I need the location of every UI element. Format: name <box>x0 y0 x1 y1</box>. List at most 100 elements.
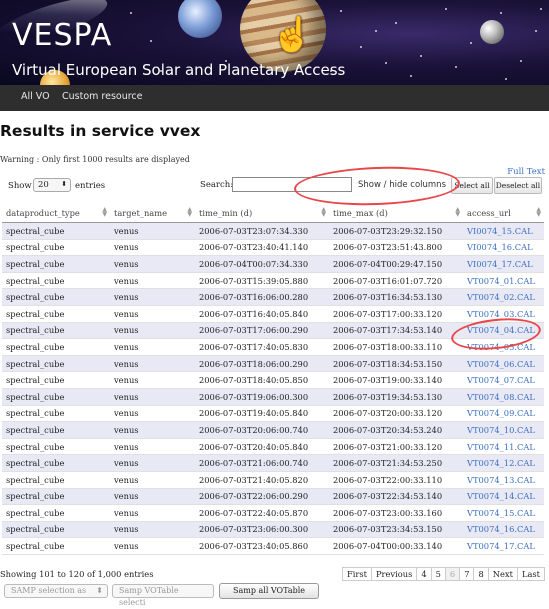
cell-access-url[interactable]: VT0074_03.CAL <box>463 305 544 323</box>
star-graphic <box>410 75 412 77</box>
pager-first[interactable]: First <box>341 567 372 581</box>
deselect-all-button[interactable]: Deselect all <box>494 177 542 194</box>
table-row[interactable]: spectral_cube venus 2006-07-03T22:40:05.87… <box>2 504 544 522</box>
cell-time-min: 2006-07-03T20:40:05.840 <box>195 438 329 456</box>
cell-dataproduct-type: spectral_cube <box>2 272 110 290</box>
cell-access-url[interactable]: VT0074_09.CAL <box>463 405 544 423</box>
cell-time-min: 2006-07-03T20:06:00.740 <box>195 421 329 439</box>
chevron-down-icon: ⬍ <box>96 586 103 595</box>
pager-page-7[interactable]: 7 <box>459 567 475 581</box>
cell-access-url[interactable]: VT0074_10.CAL <box>463 421 544 439</box>
nav-item-custom-resource[interactable]: Custom resource <box>62 91 143 102</box>
cell-access-url[interactable]: VT0074_04.CAL <box>463 322 544 340</box>
table-row[interactable]: spectral_cube venus 2006-07-03T15:39:05.88… <box>2 272 544 290</box>
page-length-value: 20 <box>38 180 49 190</box>
pager-page-8[interactable]: 8 <box>473 567 489 581</box>
star-graphic <box>130 12 132 14</box>
cell-access-url[interactable]: VT0074_14.CAL <box>463 488 544 506</box>
column-header-time-min[interactable]: time_min (d) ▲ ▼ <box>195 203 329 223</box>
pager-page-5[interactable]: 5 <box>430 567 446 581</box>
cell-access-url[interactable]: VT0074_11.CAL <box>463 438 544 456</box>
cell-access-url[interactable]: VT0074_13.CAL <box>463 471 544 489</box>
column-header-access-url[interactable]: access_url ▲ ▼ <box>463 203 544 223</box>
table-row[interactable]: spectral_cube venus 2006-07-03T17:06:00.29… <box>2 322 544 340</box>
cell-access-url[interactable]: VT0074_06.CAL <box>463 355 544 373</box>
cell-time-min: 2006-07-03T16:40:05.840 <box>195 305 329 323</box>
cell-access-url[interactable]: VT0074_01.CAL <box>463 272 544 290</box>
table-row[interactable]: spectral_cube venus 2006-07-03T17:40:05.83… <box>2 338 544 356</box>
cell-target-name: venus <box>110 471 195 489</box>
pager-previous[interactable]: Previous <box>370 567 418 581</box>
star-graphic <box>520 60 522 62</box>
site-title[interactable]: VESPA <box>12 18 112 53</box>
cell-time-min: 2006-07-03T22:06:00.290 <box>195 488 329 506</box>
cell-access-url[interactable]: VT0074_07.CAL <box>463 371 544 389</box>
nav-item-all-vo[interactable]: All VO <box>21 91 50 102</box>
results-table: dataproduct_type ▲ ▼ target_name ▲ ▼ time_mi… <box>2 203 544 555</box>
column-header-target-name[interactable]: target_name ▲ ▼ <box>110 203 195 223</box>
table-row[interactable]: spectral_cube venus 2006-07-03T18:06:00.29… <box>2 355 544 373</box>
table-row[interactable]: spectral_cube venus 2006-07-03T21:06:00.74… <box>2 454 544 472</box>
table-row[interactable]: spectral_cube venus 2006-07-03T23:07:34.33… <box>2 222 544 240</box>
cell-target-name: venus <box>110 239 195 257</box>
column-header-dataproduct-type[interactable]: dataproduct_type ▲ ▼ <box>2 203 110 223</box>
cell-target-name: venus <box>110 405 195 423</box>
cell-time-max: 2006-07-03T21:34:53.250 <box>329 454 463 472</box>
vespa-banner: VESPA Virtual European Solar and Planeta… <box>0 0 549 85</box>
table-row[interactable]: spectral_cube venus 2006-07-03T21:40:05.82… <box>2 471 544 489</box>
full-text-link[interactable]: Full Text <box>507 167 545 177</box>
cell-access-url[interactable]: VT0074_08.CAL <box>463 388 544 406</box>
cell-dataproduct-type: spectral_cube <box>2 355 110 373</box>
star-graphic <box>360 46 362 48</box>
cell-access-url[interactable]: VT0074_17.CAL <box>463 537 544 555</box>
cell-access-url[interactable]: VT0074_15.CAL <box>463 504 544 522</box>
star-graphic <box>385 62 387 64</box>
cell-access-url[interactable]: VT0074_12.CAL <box>463 454 544 472</box>
cell-access-url[interactable]: VI0074_17.CAL <box>463 255 544 273</box>
cell-dataproduct-type: spectral_cube <box>2 488 110 506</box>
cell-time-max: 2006-07-03T17:34:53.140 <box>329 322 463 340</box>
cell-access-url[interactable]: VI0074_16.CAL <box>463 239 544 257</box>
samp-all-votable-button[interactable]: Samp all VOTable <box>219 583 319 599</box>
table-row[interactable]: spectral_cube venus 2006-07-03T19:40:05.84… <box>2 405 544 423</box>
cell-access-url[interactable]: VT0074_05.CAL <box>463 338 544 356</box>
table-row[interactable]: spectral_cube venus 2006-07-03T19:06:00.30… <box>2 388 544 406</box>
table-row[interactable]: spectral_cube venus 2006-07-03T22:06:00.29… <box>2 488 544 506</box>
search-input[interactable] <box>232 177 352 192</box>
column-header-time-max[interactable]: time_max (d) ▲ ▼ <box>329 203 463 223</box>
table-row[interactable]: spectral_cube venus 2006-07-03T20:40:05.84… <box>2 438 544 456</box>
samp-votable-selection-select[interactable]: Samp VOTable selecti <box>112 584 214 607</box>
pager-next[interactable]: Next <box>487 567 518 581</box>
select-all-button[interactable]: Select all <box>451 177 493 194</box>
cell-time-max: 2006-07-03T19:00:33.140 <box>329 371 463 389</box>
page-length-select[interactable]: 20 ⬍ <box>33 178 71 192</box>
cell-time-max: 2006-07-03T16:01:07.720 <box>329 272 463 290</box>
pager-last[interactable]: Last <box>516 567 545 581</box>
samp-selection-select[interactable]: SAMP selection as ⬍ <box>4 584 108 598</box>
cell-access-url[interactable]: VI0074_15.CAL <box>463 222 544 240</box>
table-row[interactable]: spectral_cube venus 2006-07-03T23:06:00.30… <box>2 521 544 539</box>
cell-time-min: 2006-07-03T18:06:00.290 <box>195 355 329 373</box>
table-row[interactable]: spectral_cube venus 2006-07-03T16:06:00.28… <box>2 288 544 306</box>
cell-time-min: 2006-07-03T23:40:05.860 <box>195 537 329 555</box>
table-row[interactable]: spectral_cube venus 2006-07-04T00:07:34.33… <box>2 255 544 273</box>
pager-page-6[interactable]: 6 <box>444 567 461 581</box>
table-row[interactable]: spectral_cube venus 2006-07-03T23:40:05.86… <box>2 537 544 555</box>
cell-time-max: 2006-07-03T23:34:53.150 <box>329 521 463 539</box>
cell-target-name: venus <box>110 305 195 323</box>
table-row[interactable]: spectral_cube venus 2006-07-03T23:40:41.14… <box>2 239 544 257</box>
cell-dataproduct-type: spectral_cube <box>2 288 110 306</box>
pager-page-4[interactable]: 4 <box>416 567 432 581</box>
main-navbar: All VO Custom resource <box>0 85 549 111</box>
cell-target-name: venus <box>110 322 195 340</box>
table-row[interactable]: spectral_cube venus 2006-07-03T16:40:05.84… <box>2 305 544 323</box>
cell-access-url[interactable]: VT0074_02.CAL <box>463 288 544 306</box>
cell-target-name: venus <box>110 454 195 472</box>
table-row[interactable]: spectral_cube venus 2006-07-03T20:06:00.74… <box>2 421 544 439</box>
table-row[interactable]: spectral_cube venus 2006-07-03T18:40:05.85… <box>2 371 544 389</box>
show-hide-columns-button[interactable]: Show / hide columns <box>354 177 450 194</box>
cell-dataproduct-type: spectral_cube <box>2 438 110 456</box>
sort-icon: ▲ ▼ <box>455 206 460 218</box>
sort-icon: ▲ ▼ <box>102 206 107 218</box>
cell-access-url[interactable]: VT0074_16.CAL <box>463 521 544 539</box>
